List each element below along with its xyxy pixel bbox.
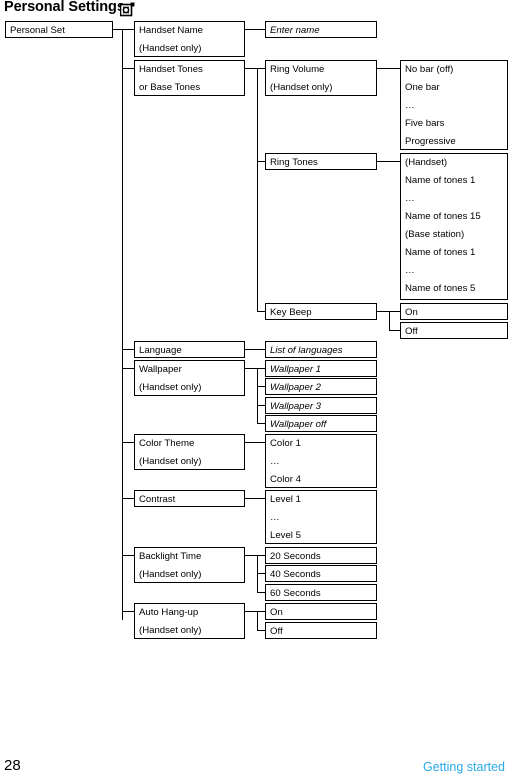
option-line-2: Name of tones 1 bbox=[405, 175, 476, 186]
trunk-handset-tones bbox=[257, 68, 258, 311]
node-label: Key Beep bbox=[270, 307, 312, 318]
option-line-4: Five bars bbox=[405, 118, 445, 129]
node-label: On bbox=[270, 607, 283, 618]
footer-section-label: Getting started bbox=[423, 760, 505, 774]
node-color-theme[interactable]: Color Theme (Handset only) bbox=[134, 434, 245, 470]
option-line-5: Progressive bbox=[405, 136, 456, 147]
node-label-line-1: Auto Hang-up bbox=[139, 607, 199, 618]
node-label-line-1: Wallpaper bbox=[139, 364, 182, 375]
node-label: 20 Seconds bbox=[270, 551, 321, 562]
option-line-1: Color 1 bbox=[270, 438, 301, 449]
handset-menu-icon bbox=[120, 2, 135, 17]
node-auto-hang-up-off[interactable]: Off bbox=[265, 622, 377, 639]
node-wallpaper[interactable]: Wallpaper (Handset only) bbox=[134, 360, 245, 396]
node-wallpaper-2[interactable]: Wallpaper 2 bbox=[265, 378, 377, 395]
node-ring-volume-options[interactable]: No bar (off) One bar … Five bars Progres… bbox=[400, 60, 508, 150]
option-line-8: Name of tones 5 bbox=[405, 283, 476, 294]
option-line-7: … bbox=[405, 265, 415, 276]
node-label-line-2: (Handset only) bbox=[139, 43, 202, 54]
option-line-1: (Handset) bbox=[405, 157, 448, 168]
node-ring-tones[interactable]: Ring Tones bbox=[265, 153, 377, 170]
node-label: List of languages bbox=[270, 345, 343, 356]
node-label-line-1: Backlight Time bbox=[139, 551, 202, 562]
node-enter-name[interactable]: Enter name bbox=[265, 21, 377, 38]
option-line-4: Name of tones 15 bbox=[405, 211, 481, 222]
option-line-3: … bbox=[405, 100, 415, 111]
node-label-line-2: (Handset only) bbox=[139, 456, 202, 467]
footer-page-number: 28 bbox=[4, 757, 21, 774]
node-label-line-1: Handset Name bbox=[139, 25, 203, 36]
node-list-of-languages[interactable]: List of languages bbox=[265, 341, 377, 358]
node-auto-hang-up-on[interactable]: On bbox=[265, 603, 377, 620]
option-line-2: … bbox=[270, 512, 280, 523]
node-label: Enter name bbox=[270, 25, 320, 36]
node-backlight-time[interactable]: Backlight Time (Handset only) bbox=[134, 547, 245, 583]
node-language[interactable]: Language bbox=[134, 341, 245, 358]
node-label-line-2: (Handset only) bbox=[270, 82, 333, 93]
option-line-5: (Base station) bbox=[405, 229, 465, 240]
node-label: On bbox=[405, 307, 418, 318]
option-line-3: … bbox=[405, 193, 415, 204]
node-label-line-1: Ring Volume bbox=[270, 64, 325, 75]
node-backlight-60-seconds[interactable]: 60 Seconds bbox=[265, 584, 377, 601]
trunk-key-beep bbox=[389, 311, 390, 330]
node-label: 60 Seconds bbox=[270, 588, 321, 599]
node-backlight-40-seconds[interactable]: 40 Seconds bbox=[265, 565, 377, 582]
node-level-options[interactable]: Level 1 … Level 5 bbox=[265, 490, 377, 544]
node-auto-hang-up[interactable]: Auto Hang-up (Handset only) bbox=[134, 603, 245, 639]
node-label: Language bbox=[139, 345, 182, 356]
option-line-1: No bar (off) bbox=[405, 64, 454, 75]
node-label: Contrast bbox=[139, 494, 176, 505]
menu-tree-page: Personal Settings Personal Set Handset N… bbox=[0, 0, 510, 777]
node-personal-set[interactable]: Personal Set bbox=[5, 21, 113, 38]
connector-ring-tones-options bbox=[377, 161, 401, 162]
option-line-2: One bar bbox=[405, 82, 440, 93]
node-label: Ring Tones bbox=[270, 157, 318, 168]
node-key-beep[interactable]: Key Beep bbox=[265, 303, 377, 320]
node-label: Off bbox=[405, 326, 418, 337]
connector-handset-name-to-enter-name bbox=[245, 29, 266, 30]
option-line-1: Level 1 bbox=[270, 494, 301, 505]
node-label-line-1: Color Theme bbox=[139, 438, 195, 449]
option-line-3: Level 5 bbox=[270, 530, 301, 541]
node-color-options[interactable]: Color 1 … Color 4 bbox=[265, 434, 377, 488]
page-title: Personal Settings bbox=[4, 0, 125, 15]
connector-ring-volume-options bbox=[377, 68, 401, 69]
trunk-wallpaper bbox=[257, 368, 258, 423]
connector-contrast-options bbox=[245, 498, 266, 499]
node-label: Wallpaper 1 bbox=[270, 364, 322, 375]
node-wallpaper-off[interactable]: Wallpaper off bbox=[265, 415, 377, 432]
trunk-auto-hangup bbox=[257, 611, 258, 630]
node-label-line-1: Handset Tones bbox=[139, 64, 203, 75]
node-label: Wallpaper 2 bbox=[270, 382, 322, 393]
node-key-beep-off[interactable]: Off bbox=[400, 322, 508, 339]
node-ring-tones-options[interactable]: (Handset) Name of tones 1 … Name of tone… bbox=[400, 153, 508, 300]
node-label: Off bbox=[270, 626, 283, 637]
node-label-line-2: (Handset only) bbox=[139, 569, 202, 580]
node-label: Wallpaper off bbox=[270, 419, 327, 430]
node-backlight-20-seconds[interactable]: 20 Seconds bbox=[265, 547, 377, 564]
node-label-line-2: (Handset only) bbox=[139, 382, 202, 393]
node-wallpaper-1[interactable]: Wallpaper 1 bbox=[265, 360, 377, 377]
node-label-line-2: or Base Tones bbox=[139, 82, 201, 93]
node-label: Personal Set bbox=[10, 25, 65, 36]
option-line-3: Color 4 bbox=[270, 474, 301, 485]
node-handset-name[interactable]: Handset Name (Handset only) bbox=[134, 21, 245, 57]
node-handset-tones[interactable]: Handset Tones or Base Tones bbox=[134, 60, 245, 96]
connector-color-theme-options bbox=[245, 442, 266, 443]
node-ring-volume[interactable]: Ring Volume (Handset only) bbox=[265, 60, 377, 96]
node-label-line-2: (Handset only) bbox=[139, 625, 202, 636]
connector-language-options bbox=[245, 349, 266, 350]
node-label: Wallpaper 3 bbox=[270, 401, 322, 412]
node-key-beep-on[interactable]: On bbox=[400, 303, 508, 320]
option-line-2: … bbox=[270, 456, 280, 467]
option-line-6: Name of tones 1 bbox=[405, 247, 476, 258]
trunk-level2 bbox=[122, 29, 123, 620]
node-contrast[interactable]: Contrast bbox=[134, 490, 245, 507]
node-label: 40 Seconds bbox=[270, 569, 321, 580]
node-wallpaper-3[interactable]: Wallpaper 3 bbox=[265, 397, 377, 414]
